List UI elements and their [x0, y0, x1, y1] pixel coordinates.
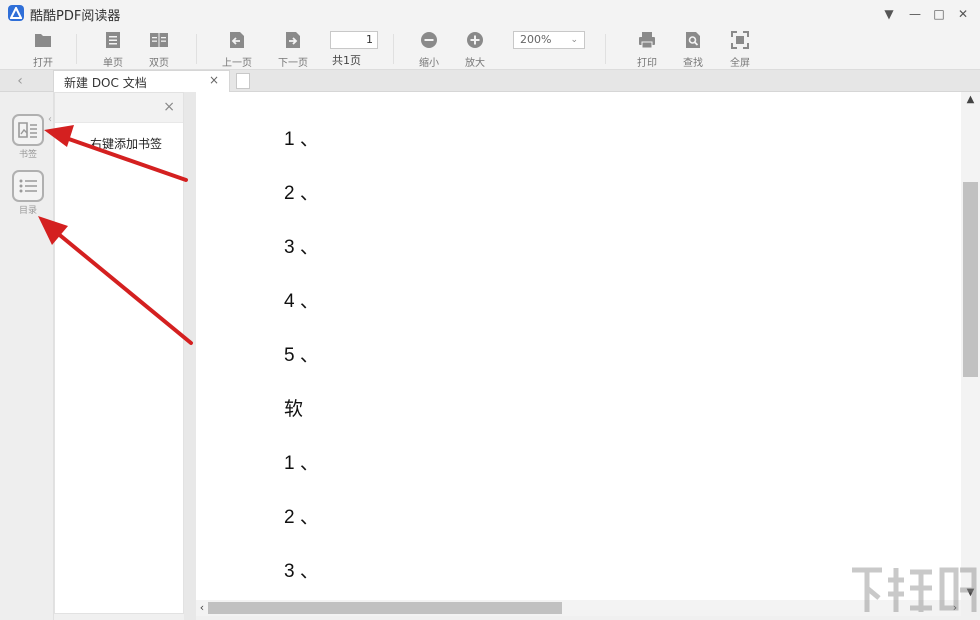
bookmark-icon [12, 114, 44, 146]
bookmark-panel: × 右键添加书签 [54, 92, 184, 614]
document-line: 5 、 [284, 345, 319, 366]
next-page-button[interactable]: 下一页 [273, 30, 313, 69]
bookmark-button[interactable]: 书签 [11, 114, 45, 160]
chevron-down-icon: ⌄ [570, 35, 578, 45]
zoom-out-button[interactable]: 缩小 [409, 30, 449, 69]
window-title: 酷酷PDF阅读器 [30, 9, 121, 24]
find-button[interactable]: 查找 [673, 30, 713, 69]
zoom-out-label: 缩小 [419, 58, 439, 69]
horizontal-scrollbar[interactable]: ‹ › [196, 600, 961, 616]
next-page-label: 下一页 [278, 58, 308, 69]
tab-back-button[interactable]: ‹ [10, 72, 30, 90]
vertical-scrollbar[interactable]: ▲ ▼ [961, 92, 980, 600]
fullscreen-label: 全屏 [730, 58, 750, 69]
watermark-logo [852, 567, 977, 612]
current-page-input[interactable]: 1 [330, 31, 378, 49]
open-label: 打开 [33, 58, 53, 69]
next-page-icon [286, 32, 300, 48]
printer-icon [639, 32, 655, 49]
previous-page-button[interactable]: 上一页 [217, 30, 257, 69]
find-icon [686, 32, 700, 48]
close-panel-button[interactable]: × [163, 99, 175, 115]
tab-document[interactable]: 新建 DOC 文档 × [53, 70, 230, 92]
vertical-scroll-thumb[interactable] [963, 182, 978, 377]
new-tab-icon[interactable] [236, 73, 250, 89]
tab-close-button[interactable]: × [209, 73, 219, 87]
zoom-out-icon [421, 32, 437, 48]
folder-icon [35, 34, 51, 47]
toolbar-divider [605, 34, 606, 64]
find-label: 查找 [683, 58, 703, 69]
print-button[interactable]: 打印 [627, 30, 667, 69]
close-window-button[interactable]: ✕ [952, 4, 974, 24]
bookmark-hint: 右键添加书签 [90, 137, 163, 151]
toc-tab-label: 目录 [18, 206, 37, 216]
scroll-left-button[interactable]: ‹ [196, 600, 208, 616]
tab-label: 新建 DOC 文档 [64, 76, 147, 90]
toolbar-divider [196, 34, 197, 64]
maximize-button[interactable]: □ [928, 4, 950, 24]
previous-page-icon [230, 32, 244, 48]
panel-gutter [184, 92, 196, 620]
previous-page-label: 上一页 [222, 58, 252, 69]
fullscreen-icon [731, 31, 749, 49]
document-line: 软 [284, 399, 304, 420]
document-line: 4 、 [284, 291, 319, 312]
document-line: 3 、 [284, 237, 319, 258]
single-page-button[interactable]: 单页 [93, 30, 133, 69]
document-page[interactable]: 1 、 2 、 3 、 4 、 5 、软 1 、 2 、 3 、 [196, 92, 961, 600]
document-line: 1 、 [284, 129, 319, 150]
document-line: 3 、 [284, 561, 319, 582]
zoom-level-select[interactable]: 200% ⌄ [513, 31, 585, 49]
bookmark-panel-header: × [55, 93, 183, 123]
single-page-label: 单页 [103, 58, 123, 69]
dropdown-menu-button[interactable]: ▼ [878, 4, 900, 24]
document-line: 2 、 [284, 183, 319, 204]
horizontal-scroll-thumb[interactable] [208, 602, 562, 614]
bookmark-tab-label: 书签 [18, 150, 37, 160]
document-line: 2 、 [284, 507, 319, 528]
title-bar: 酷酷PDF阅读器 ▼ — □ ✕ [0, 0, 980, 28]
single-page-icon [106, 32, 120, 48]
app-logo-icon [8, 5, 24, 21]
tab-bar: ‹ 新建 DOC 文档 × [0, 70, 980, 92]
toolbar: 打开 单页 双页 上一页 下一页 1 共1页 缩小 放大 200% ⌄ 打印 查… [0, 28, 980, 70]
fullscreen-button[interactable]: 全屏 [720, 30, 760, 69]
open-button[interactable]: 打开 [23, 30, 63, 69]
zoom-level-value: 200% [520, 33, 552, 46]
collapse-panel-icon[interactable]: ‹ [48, 114, 52, 125]
zoom-in-button[interactable]: 放大 [455, 30, 495, 69]
scroll-up-button[interactable]: ▲ [961, 94, 980, 105]
double-page-label: 双页 [149, 58, 169, 69]
toolbar-divider [393, 34, 394, 64]
toolbar-divider [76, 34, 77, 64]
double-page-button[interactable]: 双页 [139, 30, 179, 69]
list-icon [12, 170, 44, 202]
sidebar-rail: 书签 ‹ 目录 [0, 92, 54, 620]
total-pages-label: 共1页 [332, 54, 361, 67]
zoom-in-icon [467, 32, 483, 48]
print-label: 打印 [637, 58, 657, 69]
zoom-in-label: 放大 [465, 58, 485, 69]
document-line: 1 、 [284, 453, 319, 474]
toc-button[interactable]: 目录 [11, 170, 45, 216]
double-page-icon [150, 33, 168, 47]
minimize-button[interactable]: — [904, 4, 926, 24]
